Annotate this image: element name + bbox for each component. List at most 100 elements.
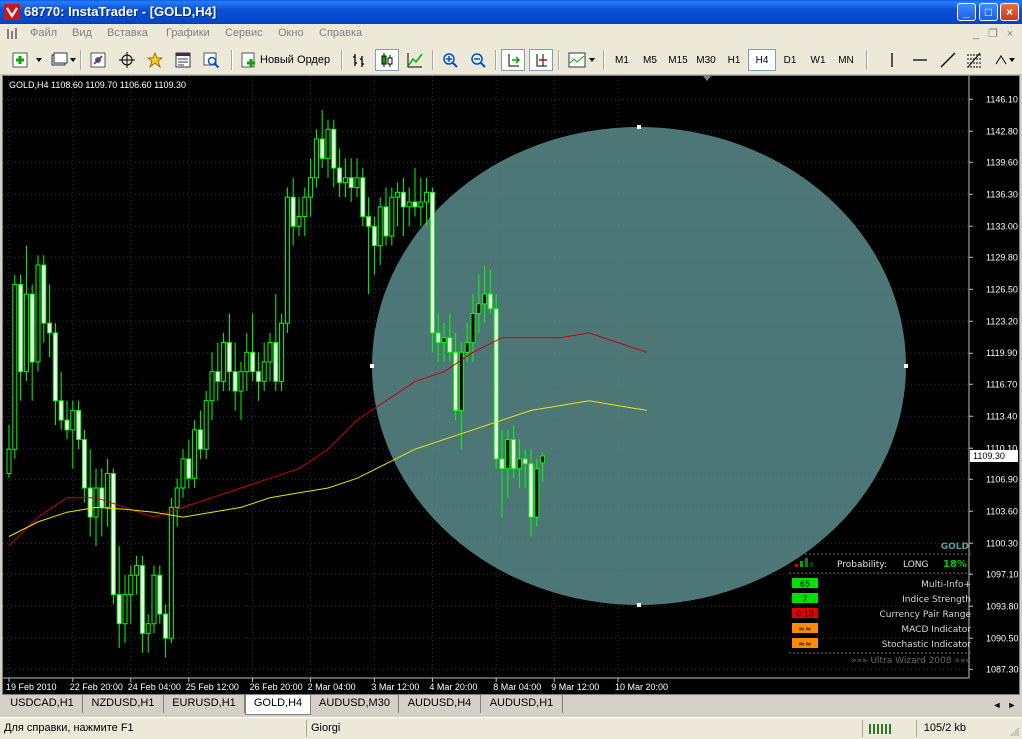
candle-body [64, 419, 70, 431]
fibonacci-button[interactable] [962, 49, 986, 71]
chart-shift-marker[interactable] [703, 76, 711, 81]
tab-nzdusd-h1[interactable]: NZDUSD,H1 [83, 695, 164, 713]
profiles-button[interactable] [47, 49, 77, 71]
candle-body [128, 574, 134, 596]
candle-body [203, 400, 209, 450]
resize-grip-icon[interactable] [1008, 725, 1020, 737]
time-tick-label: 25 Feb 12:00 [186, 682, 239, 692]
connection-bars-icon [869, 724, 891, 734]
trendline-button[interactable] [936, 49, 958, 71]
timeframe-m5[interactable]: M5 [636, 49, 664, 71]
timeframe-w1[interactable]: W1 [804, 49, 832, 71]
candle-body [348, 177, 354, 188]
mdi-close-button[interactable]: × [1002, 27, 1018, 41]
tab-audusd-m30[interactable]: AUDUSD,M30 [311, 695, 399, 713]
candle-body [192, 429, 198, 479]
tab-gold-h4[interactable]: GOLD,H4 [245, 695, 311, 715]
indicator-label: Multi-Info+ [921, 580, 971, 590]
candle-body [244, 351, 250, 373]
new-order-button[interactable]: Новый Ордер [237, 49, 335, 71]
chart-shift-button[interactable] [529, 49, 553, 71]
tab-eurusd-h1[interactable]: EURUSD,H1 [164, 695, 245, 713]
bar-chart-button[interactable] [347, 49, 371, 71]
timeframe-mn[interactable]: MN [832, 49, 860, 71]
timeframe-h4[interactable]: H4 [748, 49, 776, 71]
strategy-tester-button[interactable] [199, 49, 223, 71]
candle-body [389, 196, 395, 237]
indicator-label: MACD Indicator [901, 625, 971, 635]
candle-body [238, 371, 244, 392]
indicators-button[interactable] [564, 49, 598, 71]
menu-help[interactable]: Справка [319, 27, 362, 39]
indicator-label: Indice Strength [902, 595, 971, 605]
candle-body [35, 264, 41, 363]
market-watch-icon [90, 52, 106, 68]
menu-tools[interactable]: Сервис [225, 27, 263, 39]
price-tick-label: 1116.70 [986, 379, 1017, 389]
market-watch-button[interactable] [86, 49, 110, 71]
star-folder-icon [147, 52, 163, 68]
candlestick-chart-button[interactable] [375, 49, 399, 71]
timeframe-m1[interactable]: M1 [608, 49, 636, 71]
menu-insert[interactable]: Вставка [107, 27, 148, 39]
tab-scroll-left-icon[interactable]: ◄ [990, 698, 1004, 712]
ellipse-handle-top [637, 125, 641, 129]
price-tick-label: 1136.30 [986, 189, 1018, 199]
tab-audusd-h4[interactable]: AUDUSD,H4 [399, 695, 481, 713]
menu-file[interactable]: Файл [30, 27, 57, 39]
candlestick-icon [381, 53, 393, 67]
vertical-line-button[interactable] [880, 49, 902, 71]
auto-scroll-button[interactable] [501, 49, 525, 71]
gold-h4-chart[interactable]: 1146.10 1142.80 1139.60 1136.30 1133.00 1129.… [3, 76, 1019, 694]
chart-window-icon [7, 28, 17, 39]
time-tick-label: 26 Feb 20:00 [250, 682, 303, 692]
price-axis[interactable]: 1146.10 1142.80 1139.60 1136.30 1133.00 1129.… [968, 76, 1019, 678]
shapes-button[interactable] [990, 49, 1018, 71]
zoom-out-button[interactable] [466, 49, 490, 71]
price-tick-label: 1113.40 [986, 411, 1017, 421]
new-chart-icon [12, 52, 42, 68]
timeframe-m30[interactable]: M30 [692, 49, 720, 71]
data-window-button[interactable] [115, 49, 139, 71]
timeframe-h1[interactable]: H1 [720, 49, 748, 71]
new-chart-button[interactable] [8, 49, 46, 71]
candle-body [116, 594, 122, 625]
chart-window[interactable]: 1146.10 1142.80 1139.60 1136.30 1133.00 1129.… [2, 75, 1020, 695]
horizontal-line-button[interactable] [908, 49, 930, 71]
menu-window[interactable]: Окно [278, 27, 304, 39]
candle-body [476, 303, 482, 315]
menu-view[interactable]: Вид [72, 27, 92, 39]
zoom-in-button[interactable] [438, 49, 462, 71]
zoom-out-icon [471, 53, 486, 68]
candle-body [441, 337, 447, 344]
mdi-minimize-button[interactable]: _ [968, 27, 984, 41]
maximize-button[interactable]: □ [979, 3, 998, 21]
timeframe-m15[interactable]: M15 [664, 49, 692, 71]
candle-body [6, 448, 12, 474]
tab-audusd-h1[interactable]: AUDUSD,H1 [481, 695, 563, 713]
line-chart-button[interactable] [403, 49, 427, 71]
status-bar: Для справки, нажмите F1 Giorgi 105/2 kb [0, 717, 1022, 739]
candle-body [134, 565, 140, 576]
tab-usdcad-h1[interactable]: USDCAD,H1 [2, 695, 83, 713]
navigator-button[interactable] [143, 49, 167, 71]
candle-body [400, 191, 406, 208]
tab-scroll-right-icon[interactable]: ► [1005, 698, 1019, 712]
toolbar: Новый Ордер M1 M5 M15 M30 H1 H4 D1 W1 MN [0, 44, 1022, 75]
minimize-button[interactable]: _ [957, 3, 976, 21]
candle-body [255, 371, 261, 382]
timeframe-d1[interactable]: D1 [776, 49, 804, 71]
indicator-label: Stochastic Indicator [882, 640, 972, 650]
candle-body [163, 613, 169, 639]
candle-body [412, 201, 418, 208]
candle-body [360, 177, 366, 218]
close-button[interactable]: × [1000, 3, 1019, 21]
price-tick-label: 1139.60 [986, 157, 1018, 167]
terminal-button[interactable] [171, 49, 195, 71]
chart-shift-icon [536, 54, 547, 67]
time-axis[interactable]: 19 Feb 2010 22 Feb 20:00 24 Feb 04:00 25 Fe… [3, 677, 969, 692]
ellipse-handle-left [370, 364, 374, 368]
time-tick-label: 9 Mar 12:00 [551, 682, 599, 692]
mdi-restore-button[interactable]: ❐ [985, 27, 1001, 41]
menu-charts[interactable]: Графики [166, 27, 210, 39]
